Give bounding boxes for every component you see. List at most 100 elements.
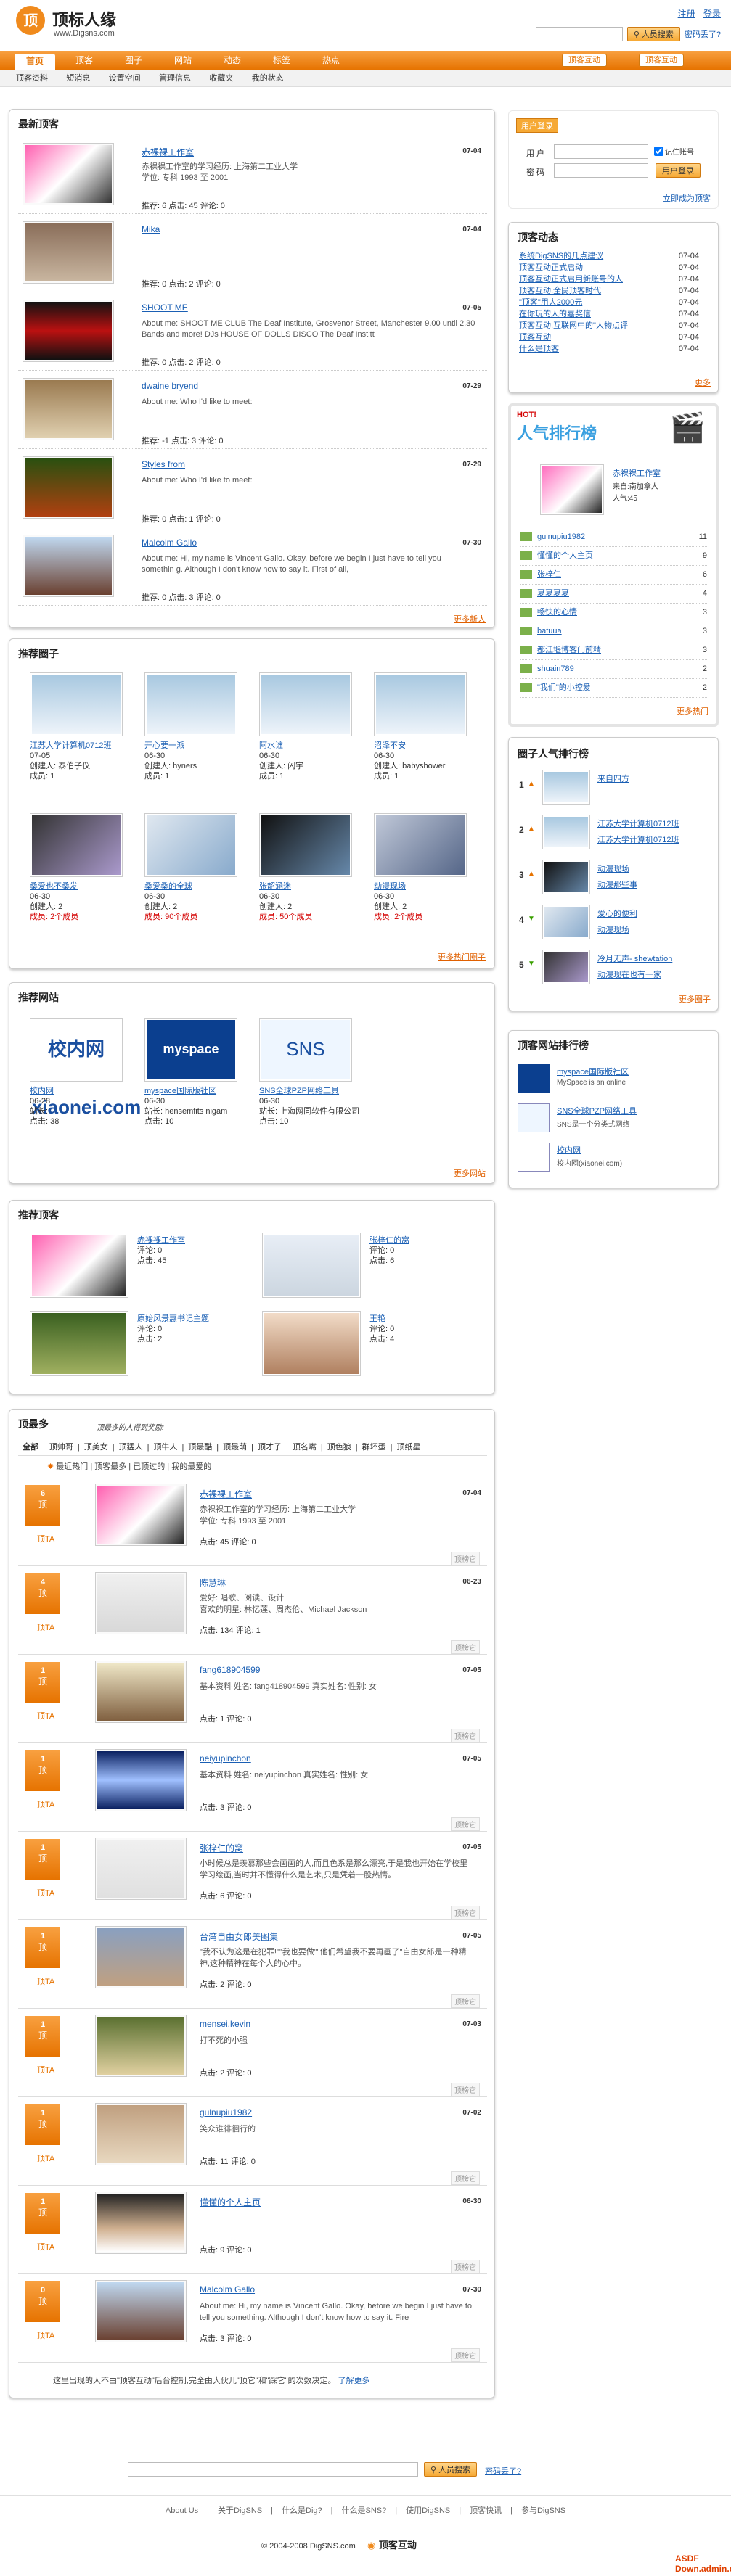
circle-rank-name[interactable]: 江苏大学计算机0712班 <box>597 818 679 829</box>
ranking-name-link[interactable]: 畅快的心情 <box>537 608 577 617</box>
user-name-link[interactable]: Styles from <box>142 459 185 469</box>
ranking-name-link[interactable]: 张梓仁 <box>537 570 561 579</box>
user-photo[interactable] <box>95 1838 187 1900</box>
nav-hot[interactable]: 热点 <box>311 53 351 67</box>
pin-button[interactable]: 顶榜它 <box>451 2348 480 2362</box>
footer-link-0[interactable]: About Us <box>166 2506 198 2515</box>
circle-name-link[interactable]: 江苏大学计算机0712班 <box>30 741 131 751</box>
circle-rank-thumb[interactable] <box>542 905 590 939</box>
rec-user-photo[interactable] <box>262 1233 361 1298</box>
site-rank-name[interactable]: SNS全球PZP网络工具 <box>557 1105 637 1116</box>
rec-user-name-link[interactable]: 原始风景惠书记主题 <box>137 1314 246 1324</box>
more-activity-link[interactable]: 更多 <box>695 376 711 388</box>
pin-button[interactable]: 顶榜它 <box>451 2083 480 2096</box>
circle-thumb[interactable] <box>144 672 237 736</box>
most-filter-4[interactable]: 顶牛人 <box>153 1443 177 1452</box>
user-name-link[interactable]: Malcolm Gallo <box>142 538 197 548</box>
circle-name-link[interactable]: 阿水谁 <box>259 741 361 751</box>
more-hot-link[interactable]: 更多热门 <box>677 705 708 717</box>
more-circle-rank-link[interactable]: 更多圈子 <box>679 993 711 1005</box>
login-button[interactable]: 用户登录 <box>656 163 701 178</box>
circle-rank-name[interactable]: 冷月无声- shewtation <box>597 952 672 964</box>
vote-button[interactable]: 顶TA <box>37 2241 54 2252</box>
more-new-users-link[interactable]: 更多新人 <box>454 613 486 625</box>
user-photo[interactable] <box>95 1661 187 1723</box>
footer-link-5[interactable]: 顶客快讯 <box>470 2506 502 2515</box>
circle-name-link[interactable]: 开心要一派 <box>144 741 246 751</box>
activity-link[interactable]: 顶客互动 <box>519 333 551 342</box>
most-filter-3[interactable]: 顶猛人 <box>119 1443 143 1452</box>
password-input[interactable] <box>554 163 648 178</box>
site-logo-3[interactable]: SNS <box>259 1018 352 1082</box>
top-user-photo[interactable] <box>540 464 604 515</box>
vote-button[interactable]: 顶TA <box>37 2329 54 2341</box>
circle-rank-name[interactable]: 爱心的便利 <box>597 908 637 919</box>
user-name-link[interactable]: 台湾自由女郎美图集 <box>200 1930 278 1943</box>
nav-users[interactable]: 顶客 <box>64 53 105 67</box>
learn-more-link[interactable]: 了解更多 <box>338 2377 370 2385</box>
activity-link[interactable]: 顶客互动正式启用新账号的人 <box>519 275 623 284</box>
more-sites-link[interactable]: 更多网站 <box>454 1167 486 1179</box>
footer-link-6[interactable]: 参与DigSNS <box>521 2506 565 2515</box>
footer-forgot-link[interactable]: 密码丢了? <box>485 2465 521 2477</box>
user-name-link[interactable]: 陈慧琳 <box>200 1576 226 1589</box>
most-filter-11[interactable]: 顶纸星 <box>396 1443 420 1452</box>
remember-checkbox[interactable] <box>654 147 663 156</box>
footer-search-button[interactable]: ⚲ 人员搜索 <box>424 2462 478 2477</box>
rec-user-photo[interactable] <box>262 1311 361 1376</box>
user-name-link[interactable]: mensei.kevin <box>200 2019 250 2029</box>
pin-button[interactable]: 顶榜它 <box>451 1640 480 1654</box>
vote-button[interactable]: 顶TA <box>37 1887 54 1898</box>
most-filter-5[interactable]: 顶最酷 <box>188 1443 212 1452</box>
user-photo[interactable] <box>95 1749 187 1811</box>
rec-user-photo[interactable] <box>30 1311 128 1376</box>
user-photo[interactable] <box>95 2103 187 2165</box>
most-filter-9[interactable]: 顶色狼 <box>327 1443 351 1452</box>
vote-button[interactable]: 顶TA <box>37 1975 54 1987</box>
user-name-link[interactable]: neiyupinchon <box>200 1753 251 1764</box>
circle-rank-name[interactable]: 动漫现场 <box>597 863 629 874</box>
rec-user-photo[interactable] <box>30 1233 128 1298</box>
activity-link[interactable]: 顶客互动,互联网中的"人物点评 <box>519 321 628 330</box>
user-photo[interactable] <box>95 2192 187 2254</box>
site-logo-2[interactable]: myspace <box>144 1018 237 1082</box>
most-filter-8[interactable]: 顶名嘴 <box>293 1443 317 1452</box>
pin-button[interactable]: 顶榜它 <box>451 2171 480 2185</box>
footer-link-3[interactable]: 什么是SNS? <box>342 2506 387 2515</box>
pin-button[interactable]: 顶榜它 <box>451 2260 480 2273</box>
circle-thumb[interactable] <box>144 813 237 877</box>
user-photo[interactable] <box>23 535 114 597</box>
nav-sites[interactable]: 网站 <box>163 53 203 67</box>
footer-link-4[interactable]: 使用DigSNS <box>406 2506 450 2515</box>
circle-rank-thumb[interactable] <box>542 860 590 894</box>
circle-name-link[interactable]: 张韶涵迷 <box>259 881 361 892</box>
user-name-link[interactable]: 赤裸裸工作室 <box>142 146 194 158</box>
circle-thumb[interactable] <box>259 672 352 736</box>
register-now-link[interactable]: 立即成为顶客 <box>663 192 711 204</box>
user-name-link[interactable]: 懂懂的个人主页 <box>200 2196 261 2208</box>
user-name-link[interactable]: fang618904599 <box>200 1665 260 1675</box>
circle-rank-sub[interactable]: 江苏大学计算机0712班 <box>597 834 679 845</box>
most-filter-6[interactable]: 顶最萌 <box>223 1443 247 1452</box>
nav-tags[interactable]: 标签 <box>261 53 302 67</box>
user-photo[interactable] <box>95 2015 187 2077</box>
user-photo[interactable] <box>23 456 114 519</box>
subnav-messages[interactable]: 短消息 <box>66 70 90 87</box>
top-user-name[interactable]: 赤裸裸工作室 <box>613 467 661 479</box>
user-name-link[interactable]: dwaine bryend <box>142 381 198 391</box>
circle-rank-sub[interactable]: 动漫现场 <box>597 923 629 935</box>
most-filter-2[interactable]: 顶美女 <box>84 1443 108 1452</box>
user-photo[interactable] <box>95 2280 187 2342</box>
vote-button[interactable]: 顶TA <box>37 1710 54 1721</box>
site-rank-name[interactable]: 校内网 <box>557 1144 581 1156</box>
people-search-button[interactable]: ⚲ 人员搜索 <box>626 27 680 41</box>
ranking-name-link[interactable]: shuain789 <box>537 664 574 673</box>
most-filter-1[interactable]: 顶帅哥 <box>49 1443 73 1452</box>
subnav-space[interactable]: 设置空间 <box>109 70 141 87</box>
pin-button[interactable]: 顶榜它 <box>451 1994 480 2008</box>
activity-link[interactable]: 什么是顶客 <box>519 345 559 353</box>
rec-user-name-link[interactable]: 王艳 <box>369 1314 478 1324</box>
user-photo[interactable] <box>95 1926 187 1988</box>
activity-link[interactable]: 系统DigSNS的几点建议 <box>519 252 603 260</box>
pin-button[interactable]: 顶榜它 <box>451 1729 480 1742</box>
